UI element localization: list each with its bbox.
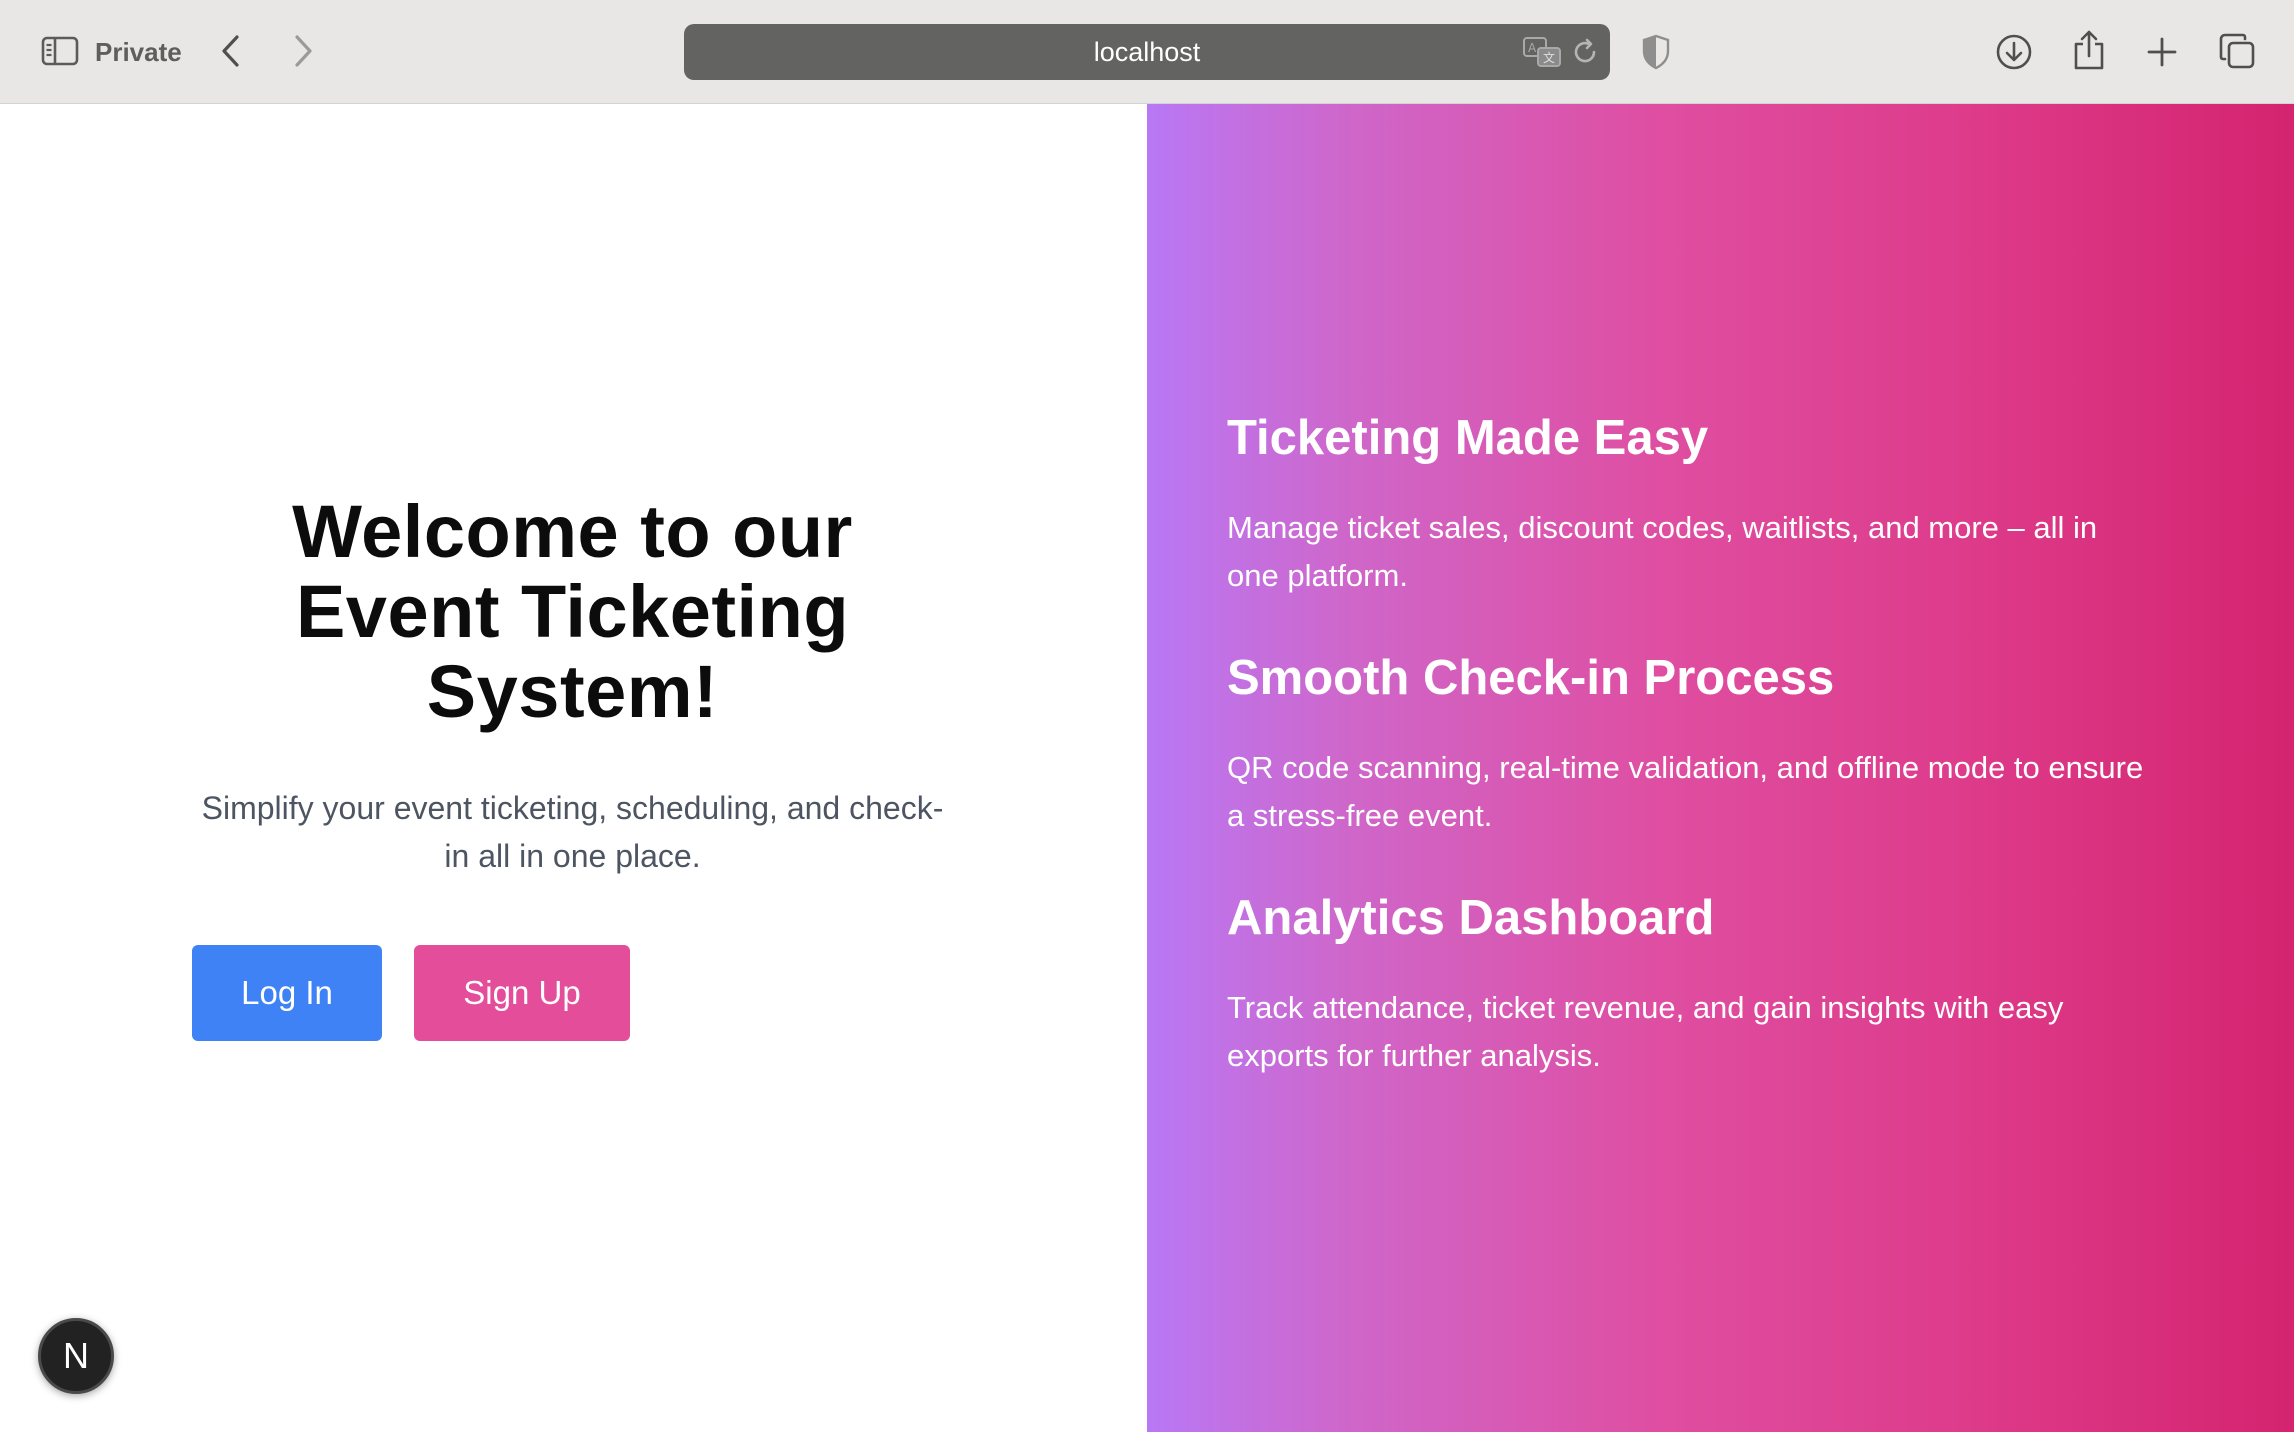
translate-button[interactable]: A 文	[1522, 36, 1562, 68]
feature-title: Smooth Check-in Process	[1227, 651, 1835, 705]
hero-title: Welcome to our Event Ticketing System!	[292, 490, 853, 733]
new-tab-button[interactable]	[2142, 32, 2182, 72]
hero-section: Welcome to our Event Ticketing System! S…	[0, 104, 1147, 1432]
shield-icon	[1641, 34, 1671, 70]
login-button[interactable]: Log In	[192, 945, 382, 1041]
back-button[interactable]	[214, 30, 248, 72]
nextjs-dev-indicator[interactable]: N	[38, 1318, 114, 1394]
svg-text:文: 文	[1543, 50, 1555, 65]
tabs-overview-icon	[2218, 32, 2256, 70]
chevron-left-icon	[220, 34, 242, 68]
nextjs-logo-icon: N	[63, 1335, 89, 1376]
download-icon	[1995, 33, 2033, 71]
private-mode-label: Private	[95, 37, 182, 67]
reload-button[interactable]	[1570, 37, 1600, 67]
browser-toolbar: Private localhost A 文	[0, 0, 2294, 104]
downloads-button[interactable]	[1994, 32, 2034, 72]
svg-text:A: A	[1528, 41, 1537, 55]
feature-title: Analytics Dashboard	[1227, 891, 1715, 945]
sidebar-icon	[41, 36, 79, 66]
translate-icon: A 文	[1522, 37, 1562, 72]
tab-overview-button[interactable]	[2216, 30, 2258, 72]
features-section: Ticketing Made Easy Manage ticket sales,…	[1147, 104, 2294, 1432]
share-icon	[2072, 29, 2106, 71]
forward-button[interactable]	[286, 30, 320, 72]
signup-button[interactable]: Sign Up	[414, 945, 630, 1041]
sidebar-toggle-button[interactable]	[40, 32, 80, 70]
privacy-report-button[interactable]	[1640, 32, 1672, 72]
page-content: Welcome to our Event Ticketing System! S…	[0, 104, 2294, 1432]
hero-subtitle: Simplify your event ticketing, schedulin…	[201, 790, 944, 874]
address-text: localhost	[1093, 36, 1201, 67]
plus-icon	[2146, 36, 2178, 68]
feature-description: QR code scanning, real-time validation, …	[1227, 750, 2144, 833]
feature-title: Ticketing Made Easy	[1227, 411, 1709, 465]
share-button[interactable]	[2070, 28, 2108, 72]
chevron-right-icon	[292, 34, 314, 68]
address-bar[interactable]: localhost A 文	[684, 24, 1610, 80]
reload-icon	[1570, 38, 1600, 71]
feature-description: Manage ticket sales, discount codes, wai…	[1227, 510, 2098, 593]
feature-description: Track attendance, ticket revenue, and ga…	[1227, 990, 2064, 1073]
